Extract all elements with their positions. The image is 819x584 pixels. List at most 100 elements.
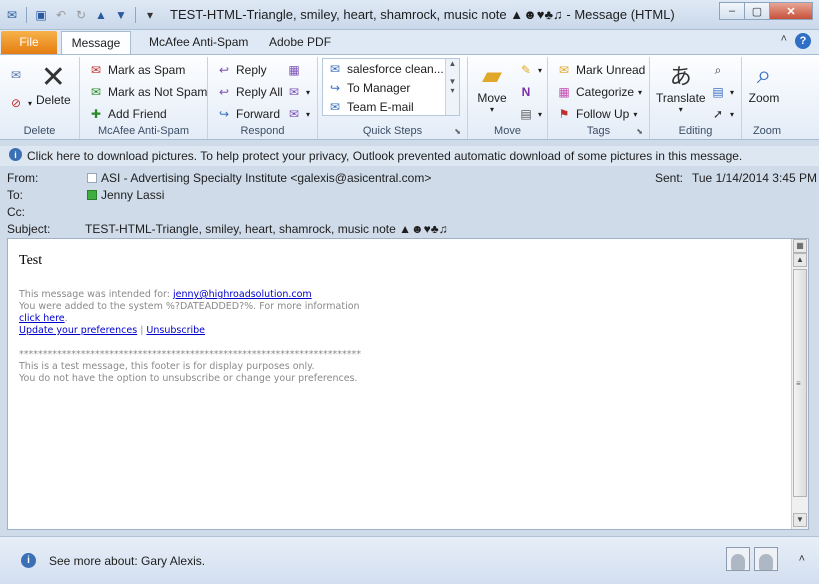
- click-here-link[interactable]: click here: [19, 313, 65, 324]
- scroll-up-button[interactable]: ▲: [793, 253, 807, 267]
- dialog-launcher-icon[interactable]: ⬊: [636, 127, 643, 136]
- actions-icon[interactable]: ▤ ▾: [518, 106, 542, 122]
- group-label-zoom: Zoom: [752, 125, 782, 137]
- added-line: You were added to the system %?DATEADDED…: [19, 301, 360, 312]
- translate-label: Translate: [656, 91, 706, 105]
- group-label-mcafee: McAfee Anti-Spam: [97, 125, 190, 137]
- envelope-icon[interactable]: ✉: [4, 7, 20, 23]
- group-label-delete: Delete: [23, 125, 56, 137]
- message-heading: Test: [19, 253, 43, 268]
- group-zoom: ⌕ Zoom Zoom: [742, 57, 792, 139]
- translate-button[interactable]: あ Translate ▾: [656, 59, 706, 114]
- tab-adobe-pdf[interactable]: Adobe PDF: [257, 31, 343, 54]
- forward-icon: ↪: [218, 107, 230, 121]
- to-value: Jenny Lassi: [101, 188, 165, 202]
- collapse-ribbon-icon[interactable]: ˄: [781, 33, 787, 45]
- page-view-icon[interactable]: ▦: [793, 239, 807, 253]
- move-label: Move: [477, 91, 507, 105]
- sent-label: Sent:: [655, 171, 684, 185]
- more-respond-icon[interactable]: ✉ ▾: [286, 106, 310, 122]
- undo-icon[interactable]: ↶: [53, 7, 69, 23]
- update-preferences-link[interactable]: Update your preferences: [19, 325, 137, 336]
- rules-icon[interactable]: ✎ ▾: [518, 62, 542, 78]
- scroll-down-button[interactable]: ▼: [793, 513, 807, 527]
- help-icon[interactable]: ?: [795, 33, 811, 49]
- follow-up-button[interactable]: ⚑ Follow Up ▾: [556, 106, 638, 122]
- delete-icon: ✕: [40, 60, 66, 94]
- move-button[interactable]: ▰ Move ▾: [476, 59, 508, 115]
- reply-all-button[interactable]: ↩ Reply All: [216, 84, 283, 100]
- mark-as-spam-button[interactable]: ✉ Mark as Spam: [88, 62, 185, 78]
- spam-icon: ✉: [90, 63, 102, 77]
- cc-label: Cc:: [7, 205, 25, 219]
- subject-value: TEST-HTML-Triangle, smiley, heart, shamr…: [85, 222, 448, 236]
- close-button[interactable]: ✕: [769, 2, 813, 20]
- quick-step-salesforce[interactable]: ✉ salesforce clean...: [327, 61, 444, 77]
- group-mcafee: ✉ Mark as Spam ✉ Mark as Not Spam ✚ Add Fri…: [80, 57, 208, 139]
- minimize-button[interactable]: –: [719, 2, 745, 20]
- move-folder-icon: ▰: [482, 59, 502, 90]
- intended-line: This message was intended for: jenny@hig…: [19, 289, 779, 301]
- download-pictures-bar[interactable]: i Click here to download pictures. To he…: [0, 146, 819, 166]
- vertical-scrollbar[interactable]: ▦ ▲ ≡ ▼: [791, 239, 808, 529]
- grip-icon: ≡: [796, 379, 801, 388]
- group-label-editing: Editing: [678, 125, 713, 137]
- window-controls: – ▢ ✕: [719, 2, 813, 20]
- ignore-icon[interactable]: ✉: [8, 67, 24, 83]
- follow-up-label: Follow Up: [576, 107, 630, 121]
- avatar[interactable]: [726, 547, 750, 571]
- quick-step-to-manager[interactable]: ↪ To Manager: [327, 80, 410, 96]
- gallery-scroll[interactable]: ▲ ▼ ▾: [445, 59, 459, 115]
- related-icon[interactable]: ▤ ▾: [710, 84, 734, 100]
- sent-value: Tue 1/14/2014 3:45 PM: [692, 171, 817, 185]
- redo-icon[interactable]: ↻: [73, 7, 89, 23]
- meeting-icon[interactable]: ▦: [286, 62, 302, 78]
- delete-button[interactable]: ✕ Delete: [36, 60, 71, 108]
- quick-steps-gallery: ✉ salesforce clean... ↪ To Manager ✉ Team E…: [322, 58, 460, 116]
- avatar[interactable]: [754, 547, 778, 571]
- dialog-launcher-icon[interactable]: ⬊: [454, 127, 461, 136]
- tab-file[interactable]: File: [1, 31, 57, 54]
- message-body[interactable]: Test This message was intended for: jenn…: [7, 238, 809, 530]
- presence-icon: [87, 173, 97, 183]
- maximize-button[interactable]: ▢: [744, 2, 770, 20]
- categorize-button[interactable]: ▦ Categorize ▾: [556, 84, 642, 100]
- see-more-text[interactable]: See more about: Gary Alexis.: [49, 554, 205, 568]
- group-editing: あ Translate ▾ ⌕ ▤ ▾ ➚ ▾ Editing: [650, 57, 742, 139]
- forward-label: Forward: [236, 107, 281, 121]
- intended-prefix: This message was intended for:: [19, 289, 173, 300]
- reply-button[interactable]: ↩ Reply: [216, 62, 267, 78]
- next-item-icon[interactable]: ▼: [113, 7, 129, 23]
- tab-mcafee-anti-spam[interactable]: McAfee Anti-Spam: [137, 31, 260, 54]
- group-label-tags: Tags: [586, 125, 611, 137]
- subject-label: Subject:: [7, 222, 51, 236]
- add-friend-icon: ✚: [90, 107, 102, 121]
- mark-unread-button[interactable]: ✉ Mark Unread: [556, 62, 645, 78]
- save-icon[interactable]: ▣: [33, 7, 49, 23]
- previous-item-icon[interactable]: ▲: [93, 7, 109, 23]
- im-icon[interactable]: ✉ ▾: [286, 84, 310, 100]
- quick-step-icon: ✉: [329, 62, 341, 76]
- infobar-text: Click here to download pictures. To help…: [27, 149, 743, 163]
- quick-step-team-email[interactable]: ✉ Team E-mail: [327, 99, 414, 115]
- tab-message[interactable]: Message: [61, 31, 131, 54]
- from-label: From:: [7, 171, 39, 185]
- mark-as-not-spam-button[interactable]: ✉ Mark as Not Spam: [88, 84, 207, 100]
- to-field[interactable]: Jenny Lassi: [87, 188, 164, 202]
- forward-button[interactable]: ↪ Forward: [216, 106, 280, 122]
- zoom-button[interactable]: ⌕ Zoom: [748, 59, 780, 105]
- people-pane: i See more about: Gary Alexis. ˄: [0, 536, 819, 584]
- select-icon[interactable]: ➚ ▾: [710, 106, 734, 122]
- add-friend-button[interactable]: ✚ Add Friend: [88, 106, 167, 122]
- recipient-email-link[interactable]: jenny@highroadsolution.com: [173, 289, 312, 300]
- chevron-up-icon[interactable]: ˄: [799, 553, 805, 565]
- window-title: TEST-HTML-Triangle, smiley, heart, shamr…: [170, 7, 675, 22]
- info-icon: i: [21, 553, 36, 568]
- find-icon[interactable]: ⌕: [710, 62, 726, 78]
- customize-toolbar-icon[interactable]: ▾: [142, 7, 158, 23]
- from-field[interactable]: ASI - Advertising Specialty Institute <g…: [87, 171, 431, 185]
- junk-icon[interactable]: ⊘ ▾: [8, 95, 32, 111]
- translate-icon: あ: [669, 64, 692, 89]
- onenote-icon[interactable]: N: [518, 84, 534, 100]
- unsubscribe-link[interactable]: Unsubscribe: [146, 325, 205, 336]
